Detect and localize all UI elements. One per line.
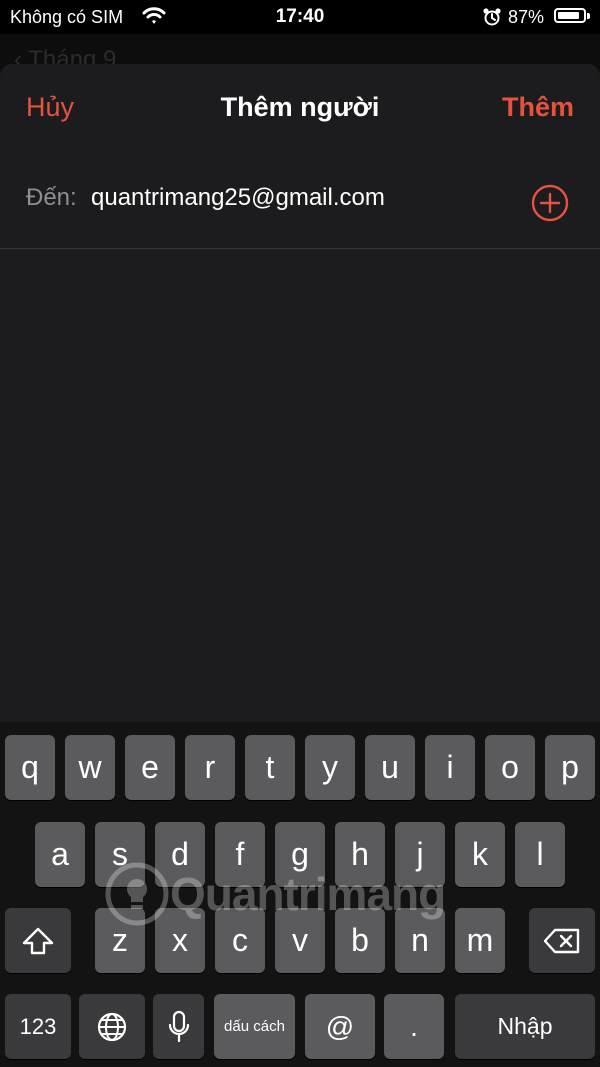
key-j-label: j <box>416 836 424 872</box>
battery-icon <box>554 8 590 23</box>
microphone-icon <box>168 1010 189 1043</box>
dot-key[interactable]: . <box>384 994 444 1059</box>
key-p[interactable]: p <box>545 735 595 800</box>
return-key-label: Nhập <box>497 1013 553 1039</box>
key-f[interactable]: f <box>215 822 265 887</box>
key-b-label: b <box>351 922 369 958</box>
dot-key-label: . <box>410 1011 418 1042</box>
key-n-label: n <box>411 922 429 958</box>
status-bar: Không có SIM 17:40 87% <box>0 0 600 34</box>
add-contact-plus-icon[interactable] <box>531 184 569 222</box>
key-u-label: u <box>381 749 399 785</box>
shift-icon <box>22 927 54 955</box>
key-m-label: m <box>466 922 494 958</box>
key-i-label: i <box>446 749 454 785</box>
numbers-key-label: 123 <box>19 1014 57 1039</box>
to-field[interactable]: Đến: quantrimang25@gmail.com <box>0 172 600 249</box>
key-y-label: y <box>322 749 338 785</box>
key-d[interactable]: d <box>155 822 205 887</box>
key-u[interactable]: u <box>365 735 415 800</box>
at-key-label: @ <box>325 1011 355 1042</box>
globe-icon <box>97 1012 127 1042</box>
space-key[interactable]: dấu cách <box>214 994 295 1059</box>
key-a[interactable]: a <box>35 822 85 887</box>
key-g[interactable]: g <box>275 822 325 887</box>
globe-key[interactable] <box>79 994 145 1059</box>
backspace-icon <box>543 928 580 954</box>
key-e[interactable]: e <box>125 735 175 800</box>
key-v-label: v <box>292 922 308 958</box>
key-a-label: a <box>51 836 69 872</box>
delete-key[interactable] <box>529 908 595 973</box>
key-h[interactable]: h <box>335 822 385 887</box>
to-input-value[interactable]: quantrimang25@gmail.com <box>91 184 385 212</box>
key-j[interactable]: j <box>395 822 445 887</box>
at-key[interactable]: @ <box>305 994 375 1059</box>
space-key-label: dấu cách <box>224 1018 285 1035</box>
key-v[interactable]: v <box>275 908 325 973</box>
key-w[interactable]: w <box>65 735 115 800</box>
return-key[interactable]: Nhập <box>455 994 595 1059</box>
key-r-label: r <box>204 749 216 785</box>
key-e-label: e <box>141 749 159 785</box>
key-z-label: z <box>112 922 128 958</box>
key-i[interactable]: i <box>425 735 475 800</box>
key-p-label: p <box>561 749 579 785</box>
key-s-label: s <box>112 836 128 872</box>
key-r[interactable]: r <box>185 735 235 800</box>
mic-key[interactable] <box>153 994 204 1059</box>
to-label: Đến: <box>26 184 77 211</box>
key-t-label: t <box>265 749 275 785</box>
key-t[interactable]: t <box>245 735 295 800</box>
key-l-label: l <box>536 836 544 872</box>
battery-percent: 87% <box>508 7 545 27</box>
key-c[interactable]: c <box>215 908 265 973</box>
key-x[interactable]: x <box>155 908 205 973</box>
key-o[interactable]: o <box>485 735 535 800</box>
key-c-label: c <box>232 922 248 958</box>
alarm-icon <box>483 8 501 26</box>
key-x-label: x <box>172 922 188 958</box>
key-f-label: f <box>235 836 245 872</box>
key-y[interactable]: y <box>305 735 355 800</box>
key-z[interactable]: z <box>95 908 145 973</box>
key-k[interactable]: k <box>455 822 505 887</box>
key-q[interactable]: q <box>5 735 55 800</box>
key-n[interactable]: n <box>395 908 445 973</box>
add-button[interactable]: Thêm <box>502 92 574 123</box>
key-w-label: w <box>78 749 102 785</box>
key-k-label: k <box>472 836 488 872</box>
key-d-label: d <box>171 836 189 872</box>
shift-key[interactable] <box>5 908 71 973</box>
key-b[interactable]: b <box>335 908 385 973</box>
battery-fill <box>558 12 579 19</box>
numbers-key[interactable]: 123 <box>5 994 71 1059</box>
key-g-label: g <box>291 836 309 872</box>
key-l[interactable]: l <box>515 822 565 887</box>
key-m[interactable]: m <box>455 908 505 973</box>
key-h-label: h <box>351 836 369 872</box>
cancel-button[interactable]: Hủy <box>26 92 74 123</box>
add-people-sheet: Hủy Thêm người Thêm Đến: quantrimang25@g… <box>0 64 600 724</box>
key-s[interactable]: s <box>95 822 145 887</box>
key-q-label: q <box>21 749 39 785</box>
key-o-label: o <box>501 749 519 785</box>
